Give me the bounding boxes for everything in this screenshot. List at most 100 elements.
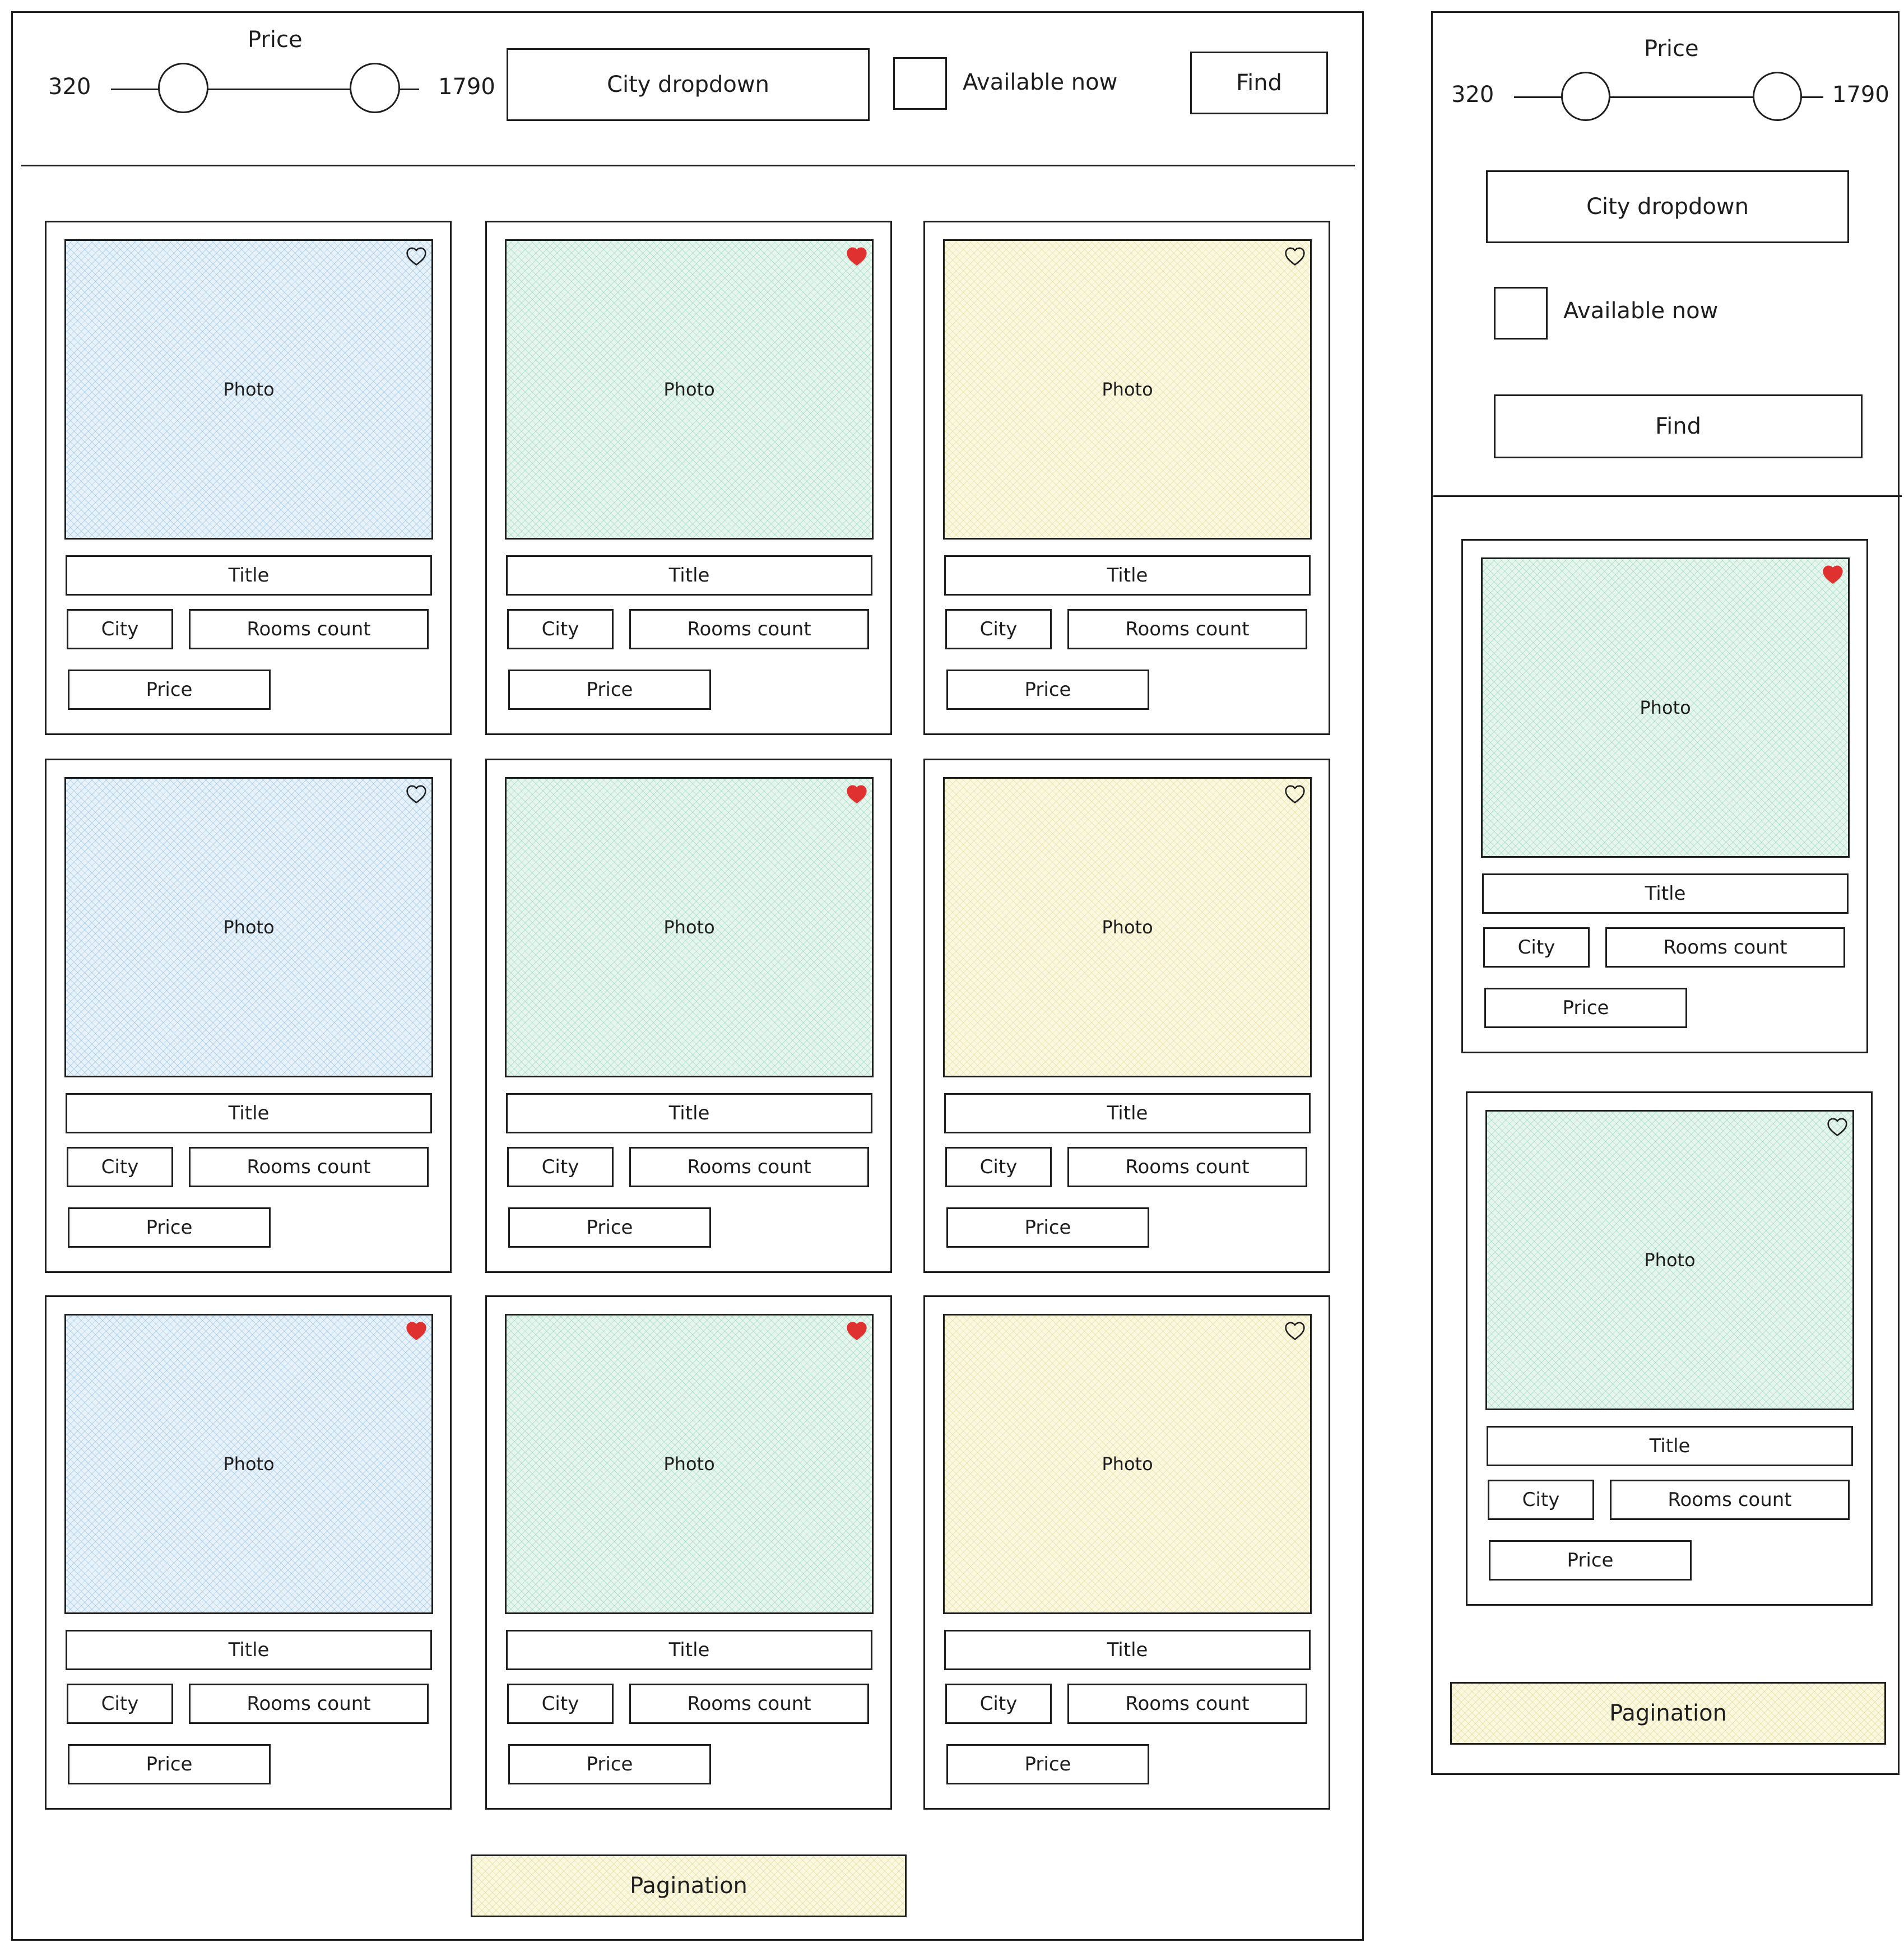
listing-card[interactable]: Photo Title City Rooms count Price <box>923 221 1330 735</box>
listing-title: Title <box>1482 873 1849 914</box>
listing-photo-label: Photo <box>1102 917 1153 938</box>
listing-photo-label: Photo <box>223 1453 275 1475</box>
listing-city: City <box>67 1684 173 1724</box>
listing-photo-label: Photo <box>663 1453 715 1475</box>
listing-price: Price <box>946 1207 1149 1248</box>
listing-photo[interactable]: Photo <box>1485 1110 1854 1410</box>
pagination[interactable]: Pagination <box>471 1854 907 1917</box>
listing-photo[interactable]: Photo <box>1481 557 1850 858</box>
listing-photo-label: Photo <box>223 917 275 938</box>
favorite-heart-filled-icon[interactable] <box>405 1321 428 1341</box>
available-now-label: Available now <box>963 69 1118 95</box>
listing-photo-label: Photo <box>663 379 715 400</box>
listing-rooms-count: Rooms count <box>1067 1684 1307 1724</box>
listing-price: Price <box>508 670 711 710</box>
listing-card[interactable]: Photo Title City Rooms count Price <box>485 221 892 735</box>
listing-card[interactable]: Photo Title City Rooms count Price <box>923 759 1330 1273</box>
favorite-heart-icon[interactable] <box>1284 1321 1306 1341</box>
listing-rooms-count: Rooms count <box>1610 1480 1850 1520</box>
listing-price: Price <box>68 670 271 710</box>
listing-city: City <box>1488 1480 1594 1520</box>
favorite-heart-icon[interactable] <box>405 246 428 266</box>
price-slider-min-handle[interactable] <box>158 63 208 113</box>
mobile-price-slider-min-handle[interactable] <box>1561 72 1610 121</box>
mobile-listing-card[interactable]: Photo Title City Rooms count Price <box>1466 1091 1873 1606</box>
listing-rooms-count: Rooms count <box>189 609 429 649</box>
listing-photo[interactable]: Photo <box>505 239 874 540</box>
listing-card[interactable]: Photo Title City Rooms count Price <box>923 1295 1330 1810</box>
favorite-heart-filled-icon[interactable] <box>1822 564 1844 584</box>
favorite-heart-icon[interactable] <box>405 784 428 804</box>
listing-city: City <box>67 609 173 649</box>
listing-title: Title <box>1487 1426 1853 1466</box>
city-dropdown[interactable]: City dropdown <box>507 48 870 121</box>
listing-title: Title <box>66 1093 432 1133</box>
listing-title: Title <box>506 1630 872 1670</box>
listing-city: City <box>507 609 614 649</box>
listing-city: City <box>507 1684 614 1724</box>
mobile-filters-divider <box>1433 495 1902 497</box>
listing-photo[interactable]: Photo <box>64 239 433 540</box>
favorite-heart-icon[interactable] <box>1284 246 1306 266</box>
listing-photo[interactable]: Photo <box>943 777 1312 1077</box>
favorite-heart-icon[interactable] <box>1284 784 1306 804</box>
filters-divider <box>21 165 1355 166</box>
listing-photo[interactable]: Photo <box>943 239 1312 540</box>
listing-photo-label: Photo <box>1102 379 1153 400</box>
mobile-listing-card[interactable]: Photo Title City Rooms count Price <box>1461 539 1868 1053</box>
favorite-heart-filled-icon[interactable] <box>846 1321 868 1341</box>
listing-price: Price <box>68 1744 271 1784</box>
listing-city: City <box>507 1147 614 1187</box>
listing-title: Title <box>506 1093 872 1133</box>
listing-title: Title <box>66 555 432 596</box>
listing-price: Price <box>508 1744 711 1784</box>
listing-photo[interactable]: Photo <box>64 1314 433 1614</box>
listing-rooms-count: Rooms count <box>629 609 869 649</box>
favorite-heart-filled-icon[interactable] <box>846 784 868 804</box>
listing-photo[interactable]: Photo <box>943 1314 1312 1614</box>
listing-price: Price <box>1484 988 1687 1028</box>
listing-title: Title <box>506 555 872 596</box>
listing-city: City <box>945 609 1052 649</box>
listing-price: Price <box>508 1207 711 1248</box>
listing-card[interactable]: Photo Title City Rooms count Price <box>485 759 892 1273</box>
mobile-available-now-checkbox[interactable] <box>1494 287 1548 340</box>
listing-photo-label: Photo <box>223 379 275 400</box>
listing-price: Price <box>1489 1540 1692 1581</box>
listing-card[interactable]: Photo Title City Rooms count Price <box>485 1295 892 1810</box>
find-button[interactable]: Find <box>1190 52 1328 114</box>
listing-title: Title <box>944 1093 1311 1133</box>
listing-rooms-count: Rooms count <box>1067 1147 1307 1187</box>
listing-photo-label: Photo <box>1644 1249 1696 1271</box>
price-max-value: 1790 <box>438 74 495 100</box>
price-min-value: 320 <box>48 74 91 100</box>
listing-city: City <box>1483 927 1590 968</box>
listing-price: Price <box>68 1207 271 1248</box>
favorite-heart-filled-icon[interactable] <box>846 246 868 266</box>
listing-photo-label: Photo <box>663 917 715 938</box>
listing-photo[interactable]: Photo <box>505 777 874 1077</box>
listing-price: Price <box>946 1744 1149 1784</box>
mobile-find-button[interactable]: Find <box>1494 394 1863 458</box>
available-now-checkbox[interactable] <box>893 57 947 110</box>
listing-card[interactable]: Photo Title City Rooms count Price <box>45 1295 452 1810</box>
price-label: Price <box>248 27 303 53</box>
listing-title: Title <box>944 1630 1311 1670</box>
listing-rooms-count: Rooms count <box>1605 927 1845 968</box>
listing-photo[interactable]: Photo <box>505 1314 874 1614</box>
listing-photo[interactable]: Photo <box>64 777 433 1077</box>
price-slider-max-handle[interactable] <box>350 63 400 113</box>
listing-card[interactable]: Photo Title City Rooms count Price <box>45 221 452 735</box>
listing-card[interactable]: Photo Title City Rooms count Price <box>45 759 452 1273</box>
mobile-pagination[interactable]: Pagination <box>1450 1682 1886 1745</box>
mobile-price-max-value: 1790 <box>1832 82 1889 108</box>
listing-rooms-count: Rooms count <box>629 1147 869 1187</box>
listing-title: Title <box>944 555 1311 596</box>
favorite-heart-icon[interactable] <box>1826 1117 1849 1137</box>
listing-title: Title <box>66 1630 432 1670</box>
listing-city: City <box>945 1684 1052 1724</box>
mobile-city-dropdown[interactable]: City dropdown <box>1486 170 1849 243</box>
listing-rooms-count: Rooms count <box>1067 609 1307 649</box>
mobile-price-slider-max-handle[interactable] <box>1753 72 1802 121</box>
listing-photo-label: Photo <box>1640 697 1691 718</box>
